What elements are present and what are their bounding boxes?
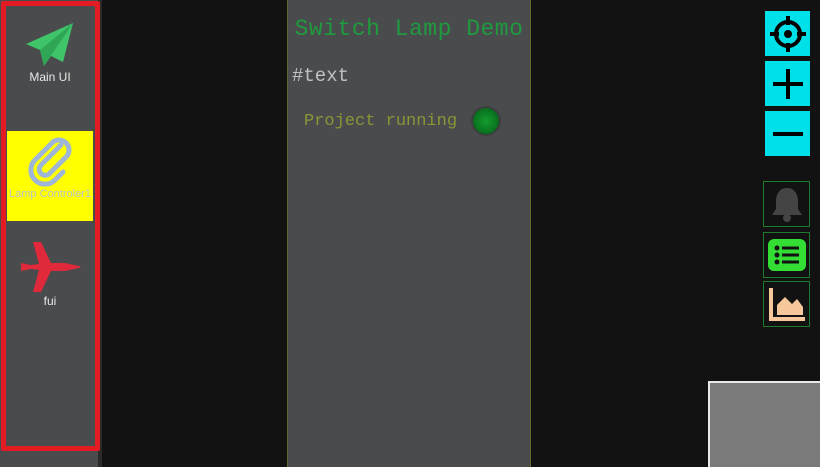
status-led-indicator [471,106,502,136]
sidebar-item-label: fui [43,294,57,308]
panel-title: Switch Lamp Demo [294,16,524,42]
lamp-panel: Switch Lamp Demo #text Project running [287,0,531,467]
status-row: Project running [304,106,502,136]
zoom-out-button[interactable] [765,111,810,156]
bell-icon [771,188,802,222]
plus-icon [772,68,803,99]
text-placeholder: #text [292,65,350,87]
status-text: Project running [304,111,458,131]
area-chart-icon [768,288,805,321]
alarms-button[interactable] [763,181,810,227]
charts-button[interactable] [763,281,810,327]
paper-plane-icon [26,23,73,66]
sidebar-divider [98,0,102,467]
fighter-jet-icon [21,242,81,292]
minus-icon [772,131,803,136]
crosshairs-icon [769,15,806,52]
sidebar-item-fui[interactable]: fui [7,240,93,308]
sidebar-item-main-ui[interactable]: Main UI [7,20,93,84]
zoom-in-button[interactable] [765,61,810,106]
locate-button[interactable] [765,11,810,56]
minimap-panel[interactable] [708,381,820,467]
list-button[interactable] [763,232,810,278]
sidebar-item-lamp-controler1[interactable]: Lamp Controler1 [7,131,93,221]
sidebar-item-label: Lamp Controler1 [9,188,91,200]
paperclip-icon [28,137,72,187]
sidebar-item-label: Main UI [29,70,71,84]
list-icon [767,239,806,271]
